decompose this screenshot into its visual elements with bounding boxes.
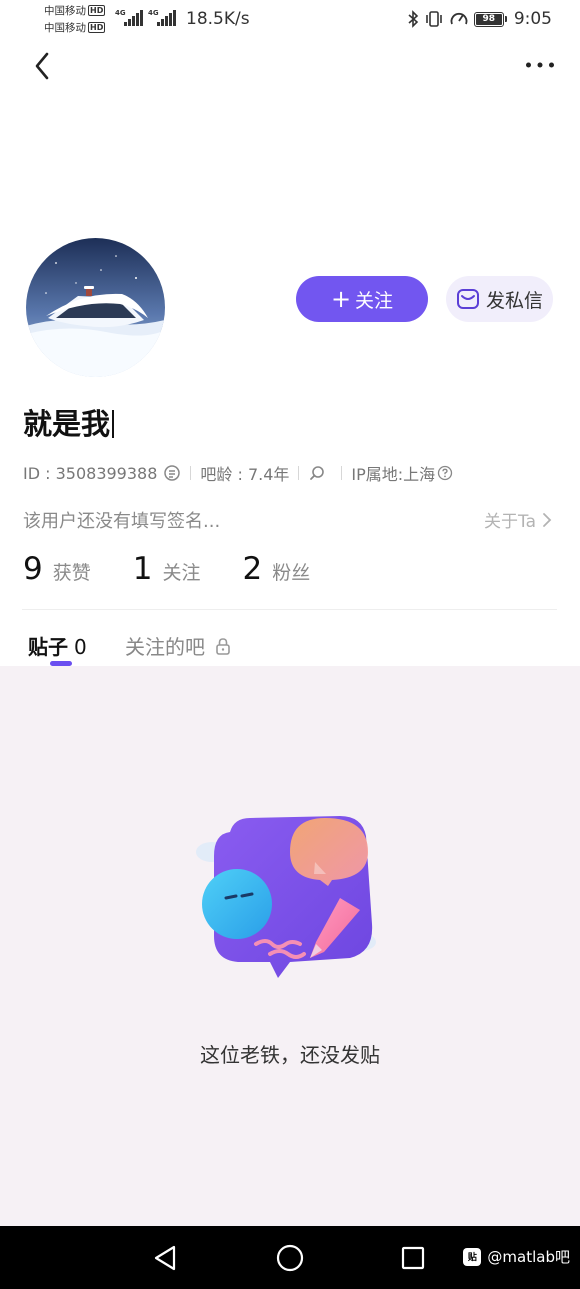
divider	[298, 466, 300, 480]
lock-icon	[216, 637, 230, 655]
tab-followed-bars[interactable]: 关注的吧	[125, 631, 231, 660]
status-bar: 中国移动 HD 中国移动 HD 4G 4G 18.5K/s 98 9:05	[44, 5, 552, 34]
chevron-right-icon	[543, 512, 552, 527]
send-message-button[interactable]: 发私信	[446, 276, 553, 322]
bar-age: 吧龄 : 7.4年	[200, 465, 290, 484]
battery-icon: 98	[473, 11, 507, 27]
clock: 9:05	[513, 9, 552, 29]
watermark: 贴 @matlab吧	[463, 1246, 570, 1267]
stat-fans[interactable]: 2 粉丝	[243, 551, 311, 587]
help-icon[interactable]	[437, 465, 453, 481]
home-nav-button[interactable]	[273, 1241, 307, 1275]
text-cursor	[112, 410, 115, 438]
stat-following[interactable]: 1 关注	[133, 551, 201, 587]
empty-posts-illustration	[196, 816, 376, 978]
user-signature: 该用户还没有填写签名...	[23, 511, 221, 532]
tab-posts-count: 0	[74, 635, 87, 659]
profile-meta-row: ID : 3508399388 吧龄 : 7.4年 IP属地:上海	[23, 461, 453, 485]
avatar[interactable]	[26, 238, 165, 377]
section-divider	[22, 609, 557, 610]
copy-id-icon[interactable]	[163, 464, 181, 482]
speedometer-icon	[450, 12, 468, 25]
stat-following-count: 1	[132, 551, 153, 587]
ip-location: IP属地:上海	[351, 465, 436, 484]
bluetooth-icon	[408, 10, 418, 28]
empty-state-text: 这位老铁，还没发贴	[200, 1043, 380, 1067]
divider	[190, 466, 192, 480]
follow-button[interactable]: + 关注	[296, 276, 428, 322]
snow-house-avatar-image	[26, 238, 165, 377]
tab-followed-bars-label: 关注的吧	[125, 635, 205, 659]
about-ta-label: 关于Ta	[484, 512, 536, 532]
recents-nav-button[interactable]	[396, 1241, 430, 1275]
circle-home-icon	[276, 1244, 304, 1272]
square-recents-icon	[401, 1246, 425, 1270]
watermark-text: @matlab吧	[487, 1248, 570, 1266]
posts-content: 这位老铁，还没发贴	[0, 666, 580, 1226]
stat-fans-count: 2	[242, 551, 263, 587]
message-icon	[456, 289, 479, 309]
back-button[interactable]	[26, 48, 58, 84]
profile-stats: 9 获赞 1 关注 2 粉丝	[23, 548, 352, 590]
divider	[341, 466, 343, 480]
stat-fans-label: 粉丝	[272, 562, 311, 584]
vibrate-icon	[426, 11, 442, 27]
carrier-2: 中国移动 HD	[44, 22, 106, 34]
chevron-left-icon	[35, 52, 49, 80]
status-icons: 98 9:05	[407, 8, 552, 30]
back-nav-button[interactable]	[148, 1241, 182, 1275]
carrier-1: 中国移动 HD	[44, 5, 106, 17]
system-navigation-bar: 贴 @matlab吧	[0, 1226, 580, 1289]
stat-following-label: 关注	[162, 562, 201, 584]
network-speed: 18.5K/s	[186, 9, 250, 29]
search-icon[interactable]	[308, 464, 326, 482]
follow-label: 关注	[355, 289, 394, 312]
tieba-logo-icon: 贴	[463, 1247, 482, 1266]
profile-tabs: 贴子 0 关注的吧	[0, 620, 580, 666]
stat-likes-count: 9	[23, 551, 43, 587]
about-ta-link[interactable]: 关于Ta	[484, 507, 552, 532]
username: 就是我	[23, 401, 115, 443]
stat-likes-label: 获赞	[52, 562, 91, 584]
tab-posts-label: 贴子	[28, 635, 68, 659]
tab-posts[interactable]: 贴子 0	[28, 631, 87, 660]
stat-likes[interactable]: 9 获赞	[23, 551, 91, 587]
plus-icon: +	[330, 285, 352, 313]
more-horizontal-icon	[526, 62, 554, 68]
triangle-back-icon	[154, 1245, 176, 1271]
user-id: ID : 3508399388	[23, 463, 158, 483]
send-message-label: 发私信	[485, 289, 543, 312]
more-button[interactable]	[522, 50, 558, 80]
